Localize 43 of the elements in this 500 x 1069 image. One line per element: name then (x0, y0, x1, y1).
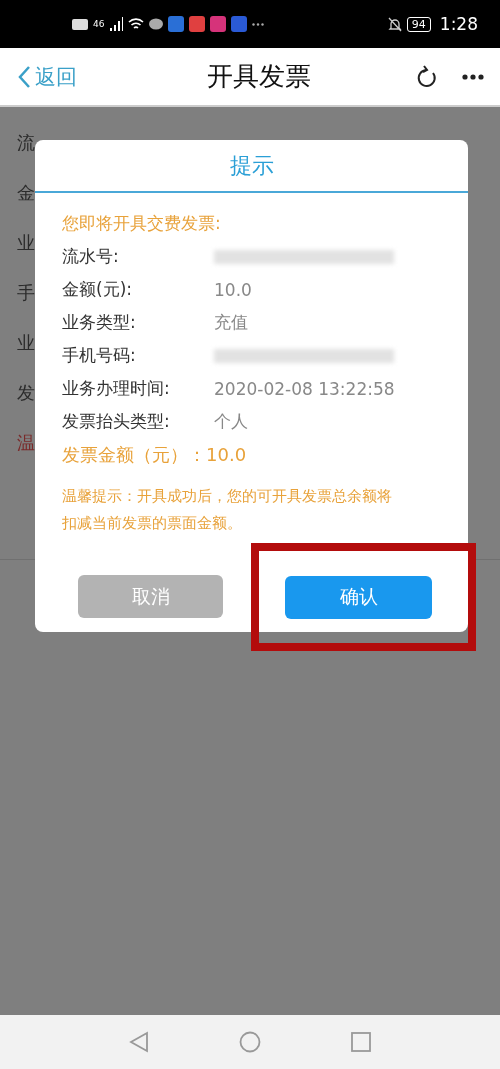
background-label: 手 (17, 281, 35, 305)
back-chevron-icon (18, 64, 31, 89)
field-value: 2020-02-08 13:22:58 (214, 378, 395, 399)
cancel-button[interactable]: 取消 (78, 575, 223, 618)
wifi-icon (128, 17, 145, 31)
back-nav-icon[interactable] (129, 1031, 149, 1053)
invoice-amount: 发票金额（元）：10.0 (62, 443, 248, 467)
more-icon (252, 22, 265, 26)
field-value: 个人 (214, 410, 248, 433)
background-label: 流 (17, 131, 35, 155)
field-label: 金额(元): (62, 278, 133, 301)
app-icon (168, 16, 185, 32)
field-label: 手机号码: (62, 344, 137, 367)
field-label: 流水号: (62, 245, 120, 268)
confirm-button[interactable]: 确认 (285, 575, 432, 619)
field-label: 发票抬头类型: (62, 410, 171, 433)
field-label: 业务办理时间: (62, 377, 171, 400)
field-value: 10.0 (214, 279, 252, 300)
back-link[interactable]: 返回 (18, 62, 77, 91)
home-nav-icon[interactable] (239, 1031, 261, 1053)
chat-icon (149, 17, 164, 31)
background-label: 温 (17, 431, 35, 455)
recents-nav-icon[interactable] (351, 1032, 371, 1052)
background-label: 发 (17, 381, 35, 405)
page-title: 开具发票 (205, 60, 312, 93)
dialog-intro: 您即将开具交费发票: (62, 212, 222, 235)
field-value: 充值 (214, 311, 248, 334)
network-label: 46 (93, 19, 105, 29)
app-icon (231, 16, 248, 32)
app-icon (189, 16, 206, 32)
more-icon[interactable] (462, 73, 484, 80)
signal-icon (109, 17, 124, 31)
dialog-title: 提示 (35, 140, 468, 193)
notice-text: 温馨提示：开具成功后，您的可开具发票总余额将扣减当前发票的票面金额。 (62, 486, 393, 534)
battery-level: 94 (406, 16, 431, 32)
mute-bell-icon (387, 16, 402, 32)
background-label: 业 (17, 231, 35, 255)
background-label: 金 (17, 181, 35, 205)
field-label: 业务类型: (62, 311, 137, 334)
app-icon (210, 16, 227, 32)
background-label: 业 (17, 331, 35, 355)
clock: 1:28 (439, 14, 478, 34)
refresh-icon[interactable] (416, 64, 438, 89)
